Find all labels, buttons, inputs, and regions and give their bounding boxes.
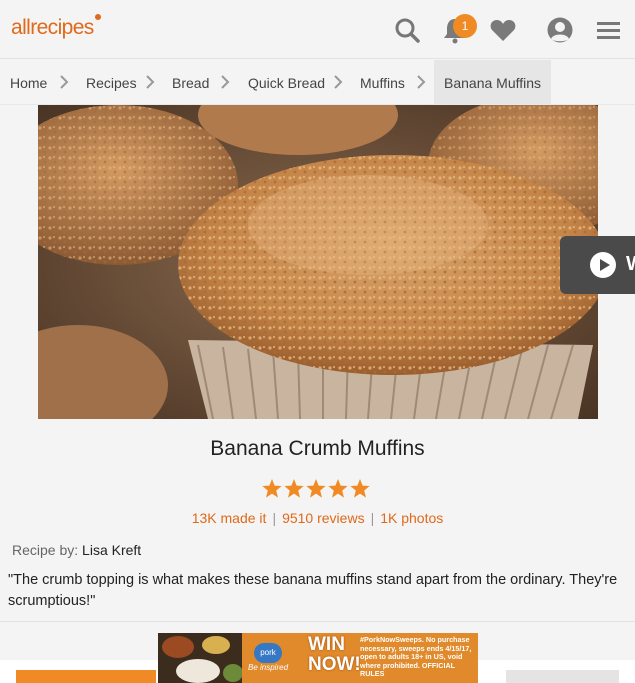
muffin-photo-image <box>38 105 598 419</box>
play-triangle <box>600 259 610 271</box>
star-icon <box>328 479 348 498</box>
advertisement-banner[interactable]: pork Be inspired WIN NOW! #PorkNowSweeps… <box>158 633 478 683</box>
breadcrumb-banana-muffins[interactable]: Banana Muffins <box>434 60 552 104</box>
heart-icon[interactable] <box>489 16 517 44</box>
breadcrumb-muffins[interactable]: Muffins <box>360 60 405 104</box>
reviews-link[interactable]: 9510 reviews <box>282 510 365 526</box>
top-header: allrecipes 1 <box>0 0 635 59</box>
menu-icon[interactable] <box>595 16 623 44</box>
allrecipes-logo[interactable]: allrecipes <box>11 14 101 40</box>
ad-brand-logo: pork <box>254 643 282 663</box>
made-it-link[interactable]: 13K made it <box>192 510 267 526</box>
breadcrumb-recipes[interactable]: Recipes <box>86 60 137 104</box>
ad-food-image <box>158 633 243 683</box>
video-button-label: W <box>626 253 635 276</box>
chevron-right-icon <box>334 75 343 89</box>
search-icon[interactable] <box>393 16 421 44</box>
author-link[interactable]: Lisa Kreft <box>82 542 141 558</box>
recipe-photo[interactable] <box>38 105 598 419</box>
user-icon[interactable] <box>546 16 574 44</box>
ad-headline: WIN NOW! <box>308 634 361 675</box>
star-icon <box>350 479 370 498</box>
recipe-stats: 13K made it | 9510 reviews | 1K photos <box>0 510 635 526</box>
stats-separator: | <box>370 510 375 526</box>
star-icon <box>262 479 282 498</box>
breadcrumb-quick-bread[interactable]: Quick Bread <box>248 60 325 104</box>
chevron-right-icon <box>60 75 69 89</box>
ad-tagline: Be inspired <box>248 663 289 672</box>
notification-badge[interactable]: 1 <box>453 14 477 38</box>
ad-fine-print: #PorkNowSweeps. No purchase necessary, s… <box>360 635 472 678</box>
logo-dot <box>94 14 101 20</box>
photos-link[interactable]: 1K photos <box>380 510 443 526</box>
recipe-title: Banana Crumb Muffins <box>210 437 425 460</box>
breadcrumb: Home Recipes Bread Quick Bread Muffins B… <box>0 60 635 105</box>
watch-video-button[interactable]: W <box>560 236 635 294</box>
recipe-byline: Recipe by: Lisa Kreft <box>12 542 141 558</box>
chevron-right-icon <box>146 75 155 89</box>
breadcrumb-home[interactable]: Home <box>10 60 47 104</box>
recipe-description: "The crumb topping is what makes these b… <box>8 572 618 609</box>
save-recipe-button[interactable] <box>16 670 156 683</box>
star-icon <box>306 479 326 498</box>
toolbar-button[interactable] <box>506 670 619 683</box>
breadcrumb-bread[interactable]: Bread <box>172 60 209 104</box>
byline-label: Recipe by: <box>12 542 79 558</box>
star-icon <box>284 479 304 498</box>
section-divider <box>0 621 635 622</box>
stats-separator: | <box>272 510 277 526</box>
logo-text: allrecipes <box>11 16 94 39</box>
chevron-right-icon <box>221 75 230 89</box>
rating-stars[interactable] <box>261 478 371 500</box>
ad-food-illustration <box>158 633 243 683</box>
chevron-right-icon <box>417 75 426 89</box>
